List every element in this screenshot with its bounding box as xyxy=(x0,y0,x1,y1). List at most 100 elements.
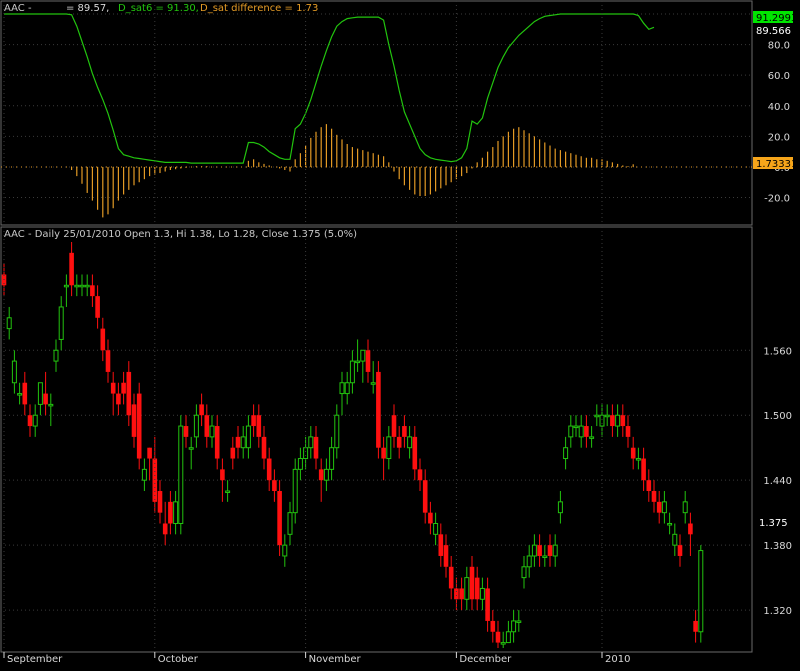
candle-body xyxy=(688,523,693,535)
indicator-y-tick-label: 20.0 xyxy=(768,132,790,143)
candle-body xyxy=(256,415,262,437)
candle-body xyxy=(282,544,288,557)
candle-body xyxy=(672,533,678,546)
candle-body xyxy=(495,631,501,643)
sat-last-value: 89.566 xyxy=(756,26,791,37)
candle-body xyxy=(136,393,142,459)
candle-body xyxy=(220,469,225,481)
candle-body xyxy=(157,491,163,513)
price-y-tick-label: 1.380 xyxy=(763,541,792,552)
candle-body xyxy=(116,393,121,405)
candle-body xyxy=(651,491,657,502)
candle-body xyxy=(100,328,106,351)
candle-body xyxy=(542,555,548,558)
candle-body xyxy=(84,284,90,288)
candle-body xyxy=(240,436,246,449)
candle-body xyxy=(682,501,688,514)
indicator-title: AAC - xyxy=(4,3,32,14)
candle-body xyxy=(147,447,152,459)
candle-body xyxy=(511,620,517,633)
candle-body xyxy=(204,415,210,437)
candle-body xyxy=(599,414,605,427)
candle-body xyxy=(334,414,340,449)
candle-body xyxy=(443,545,449,567)
candle-body xyxy=(292,468,298,514)
candle-body xyxy=(584,426,589,437)
candle-body xyxy=(110,382,116,394)
legend-difference: D_sat difference = 1.73 xyxy=(200,3,318,14)
chart-background xyxy=(0,0,800,671)
candle-body xyxy=(412,436,418,470)
candle-body xyxy=(313,436,319,459)
legend-sat6: D_sat6 = 91.30, xyxy=(118,3,199,14)
candle-body xyxy=(48,403,54,407)
candle-body xyxy=(43,393,48,405)
candle-body xyxy=(454,588,459,600)
candle-body xyxy=(126,371,132,416)
candle-body xyxy=(214,426,220,459)
candle-body xyxy=(303,447,309,460)
candle-body xyxy=(500,642,506,645)
difference-last-value: 1.73331 xyxy=(756,159,797,170)
sat6-last-value: 91.2993 xyxy=(756,13,797,24)
legend-sat: = 89.57, xyxy=(66,3,109,14)
candle-body xyxy=(698,550,704,633)
candle-body xyxy=(193,414,199,438)
candle-body xyxy=(438,534,444,556)
candle-body xyxy=(485,588,490,621)
candle-body xyxy=(32,414,38,427)
candle-body xyxy=(266,458,272,481)
price-last-value: 1.375 xyxy=(759,518,788,529)
candle-body xyxy=(173,501,179,524)
price-y-tick-label: 1.560 xyxy=(763,346,792,357)
candle-body xyxy=(37,382,43,405)
candle-body xyxy=(69,252,74,286)
candle-body xyxy=(661,501,667,514)
candle-body xyxy=(261,436,267,459)
candle-body xyxy=(610,415,615,427)
candle-body xyxy=(209,425,215,438)
candle-body xyxy=(17,393,23,396)
candle-body xyxy=(656,501,662,513)
candle-body xyxy=(615,414,621,427)
candle-body xyxy=(105,350,111,372)
candle-body xyxy=(505,631,511,644)
candle-body xyxy=(594,414,600,418)
candle-body xyxy=(349,360,355,384)
candle-body xyxy=(272,480,277,492)
candle-body xyxy=(573,425,579,429)
candle-body xyxy=(329,447,335,470)
candle-body xyxy=(537,545,542,556)
indicator-y-tick-label: 40.0 xyxy=(768,102,790,113)
candle-body xyxy=(646,480,652,492)
candle-body xyxy=(90,285,95,297)
candle-body xyxy=(386,436,392,460)
candle-body xyxy=(630,447,636,459)
candle-body xyxy=(677,545,683,556)
candle-body xyxy=(287,512,293,535)
candle-body xyxy=(95,296,100,318)
candle-body xyxy=(490,620,496,632)
candle-body xyxy=(225,490,231,494)
candle-body xyxy=(391,415,397,437)
candle-body xyxy=(22,382,28,405)
candle-body xyxy=(433,522,439,535)
price-y-tick-label: 1.320 xyxy=(763,606,792,617)
candle-body xyxy=(162,523,168,535)
candle-body xyxy=(355,360,361,364)
candle-body xyxy=(245,425,251,449)
candle-body xyxy=(563,447,569,460)
candle-body xyxy=(469,566,475,600)
price-y-tick-label: 1.440 xyxy=(763,476,792,487)
candle-body xyxy=(323,468,329,481)
candle-body xyxy=(141,468,147,481)
candle-body xyxy=(230,447,236,459)
candle-body xyxy=(396,436,402,448)
candle-body xyxy=(459,588,464,600)
candle-body xyxy=(552,544,558,557)
candle-body xyxy=(568,425,574,438)
candle-body xyxy=(308,436,314,449)
candle-body xyxy=(79,284,85,288)
candle-body xyxy=(479,587,485,600)
candle-body xyxy=(620,415,626,427)
